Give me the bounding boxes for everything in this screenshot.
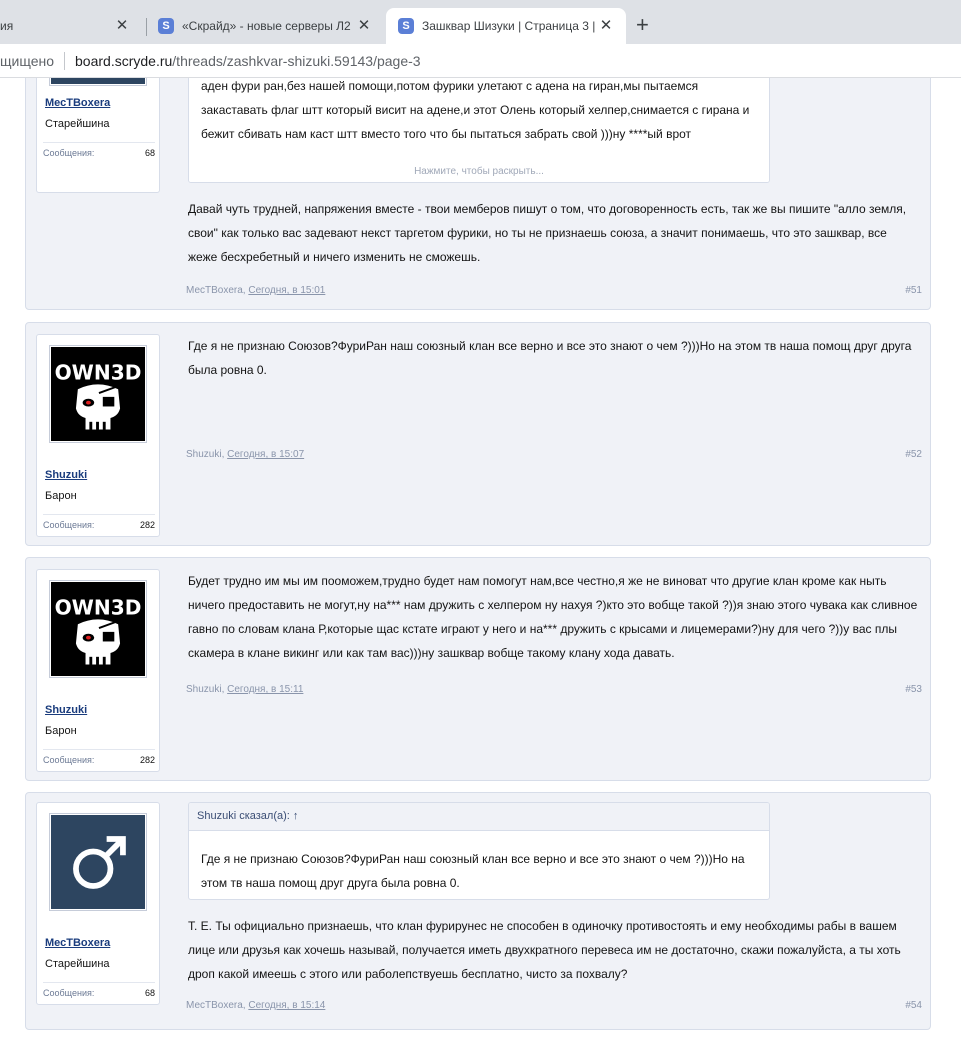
tab-title: ия bbox=[0, 19, 14, 33]
meta-author[interactable]: МесТBoxera bbox=[186, 1000, 243, 1011]
male-avatar-icon bbox=[51, 815, 145, 909]
message-count-label: Сообщения: bbox=[43, 988, 95, 998]
message-count-row: Сообщения: 68 bbox=[43, 142, 155, 158]
message-count-label: Сообщения: bbox=[43, 755, 95, 765]
post-date[interactable]: Сегодня, в 15:01 bbox=[248, 285, 325, 296]
user-card: OWN3D Shuzuki Барон Сообщения: 282 bbox=[36, 334, 160, 537]
post-message: Будет трудно им мы им пооможем,трудно бу… bbox=[188, 574, 918, 660]
security-label: щищено bbox=[0, 52, 55, 69]
tab-active-thread[interactable]: S Зашквар Шизуки | Страница 3 | ✕ bbox=[386, 8, 626, 44]
post-message: Где я не признаю Союзов?ФуриРан наш союз… bbox=[188, 339, 912, 377]
user-rank: Старейшина bbox=[45, 958, 110, 970]
close-tab-icon[interactable]: ✕ bbox=[598, 18, 614, 34]
scryde-favicon-icon: S bbox=[158, 18, 174, 34]
own3d-skull-avatar-icon: OWN3D bbox=[51, 582, 145, 676]
post-number[interactable]: #53 bbox=[905, 684, 922, 695]
tab-title: Зашквар Шизуки | Страница 3 | bbox=[422, 19, 596, 33]
message-count-row: Сообщения: 282 bbox=[43, 514, 155, 530]
post-meta: МесТBoxera, Сегодня, в 15:14 #54 bbox=[186, 1000, 922, 1011]
address-path: /threads/zashkvar-shizuki.59143/page-3 bbox=[172, 52, 421, 69]
meta-author[interactable]: Shuzuki bbox=[186, 684, 222, 695]
post-number[interactable]: #52 bbox=[905, 449, 922, 460]
message-count: 68 bbox=[144, 148, 155, 158]
quote-header: Shuzuki сказал(а): ↑ bbox=[189, 803, 769, 831]
post-53: OWN3D Shuzuki Барон Сообщения: 282 Будет… bbox=[25, 557, 931, 781]
user-card: МесТBoxera Старейшина Сообщения: 68 bbox=[36, 802, 160, 1005]
post-number[interactable]: #51 bbox=[905, 285, 922, 296]
username-link[interactable]: МесТBoxera bbox=[45, 937, 110, 949]
post-51: МесТBoxera Старейшина Сообщения: 68 ))па… bbox=[25, 78, 931, 310]
post-message: Давай чуть трудней, напряжения вместе - … bbox=[188, 202, 907, 264]
close-tab-icon[interactable]: ✕ bbox=[356, 18, 372, 34]
thread-page: МесТBoxera Старейшина Сообщения: 68 ))па… bbox=[0, 78, 961, 1038]
avatar[interactable] bbox=[49, 78, 147, 86]
scryde-favicon-icon: S bbox=[398, 18, 414, 34]
meta-author[interactable]: Shuzuki bbox=[186, 449, 222, 460]
post-date[interactable]: Сегодня, в 15:07 bbox=[227, 449, 304, 460]
message-count: 282 bbox=[139, 755, 155, 765]
message-count-row: Сообщения: 282 bbox=[43, 749, 155, 765]
message-count: 282 bbox=[139, 520, 155, 530]
new-tab-icon[interactable]: + bbox=[636, 14, 649, 36]
post-52: OWN3D Shuzuki Барон Сообщения: 282 Где я… bbox=[25, 322, 931, 546]
address-bar[interactable]: щищено board.scryde.ru /threads/zashkvar… bbox=[0, 44, 961, 78]
own3d-skull-avatar-icon: OWN3D bbox=[51, 347, 145, 441]
post-meta: Shuzuki, Сегодня, в 15:11 #53 bbox=[186, 684, 922, 695]
quote-text: ))пацаны сыграли как выгодно им,мы играе… bbox=[201, 79, 750, 141]
message-count: 68 bbox=[144, 988, 155, 998]
user-rank: Барон bbox=[45, 725, 77, 737]
address-host: board.scryde.ru bbox=[75, 52, 173, 69]
message-count-row: Сообщения: 68 bbox=[43, 982, 155, 998]
user-rank: Барон bbox=[45, 490, 77, 502]
avatar-logo-text: OWN3D bbox=[55, 361, 142, 385]
tab-scryde-servers[interactable]: S «Скрайд» - новые серверы Л2 ✕ bbox=[148, 8, 384, 44]
username-link[interactable]: Shuzuki bbox=[45, 469, 87, 481]
post-meta: МесТBoxera, Сегодня, в 15:01 #51 bbox=[186, 285, 922, 296]
avatar-logo-text: OWN3D bbox=[55, 596, 142, 620]
avatar[interactable]: OWN3D bbox=[49, 345, 147, 443]
post-54: МесТBoxera Старейшина Сообщения: 68 Shuz… bbox=[25, 792, 931, 1030]
user-card: OWN3D Shuzuki Барон Сообщения: 282 bbox=[36, 569, 160, 772]
message-count-label: Сообщения: bbox=[43, 520, 95, 530]
address-divider bbox=[64, 51, 66, 70]
message-count-label: Сообщения: bbox=[43, 148, 95, 158]
expand-quote-link[interactable]: Нажмите, чтобы раскрыть... bbox=[189, 142, 769, 182]
post-meta: Shuzuki, Сегодня, в 15:07 #52 bbox=[186, 449, 922, 460]
tab-previous[interactable]: ия ✕ bbox=[0, 8, 142, 44]
meta-author[interactable]: МесТBoxera bbox=[186, 285, 243, 296]
avatar[interactable] bbox=[49, 813, 147, 911]
quote-author-link[interactable]: Shuzuki сказал(а): ↑ bbox=[197, 810, 298, 822]
username-link[interactable]: МесТBoxera bbox=[45, 97, 110, 109]
tab-separator bbox=[146, 18, 147, 36]
avatar[interactable]: OWN3D bbox=[49, 580, 147, 678]
tab-title: «Скрайд» - новые серверы Л2 bbox=[182, 19, 351, 33]
post-number[interactable]: #54 bbox=[905, 1000, 922, 1011]
quote-block: Shuzuki сказал(а): ↑ Где я не признаю Со… bbox=[188, 802, 770, 900]
post-date[interactable]: Сегодня, в 15:11 bbox=[227, 684, 303, 695]
post-message: Т. Е. Ты официально признаешь, что клан … bbox=[188, 919, 901, 981]
quote-text: Где я не признаю Союзов?ФуриРан наш союз… bbox=[201, 852, 745, 890]
user-rank: Старейшина bbox=[45, 118, 110, 130]
browser-tab-bar: ия ✕ S «Скрайд» - новые серверы Л2 ✕ S З… bbox=[0, 0, 961, 44]
user-card: МесТBoxera Старейшина Сообщения: 68 bbox=[36, 78, 160, 193]
username-link[interactable]: Shuzuki bbox=[45, 704, 87, 716]
post-date[interactable]: Сегодня, в 15:14 bbox=[248, 1000, 325, 1011]
quote-block: ))пацаны сыграли как выгодно им,мы играе… bbox=[188, 78, 770, 183]
close-tab-icon[interactable]: ✕ bbox=[114, 18, 130, 34]
